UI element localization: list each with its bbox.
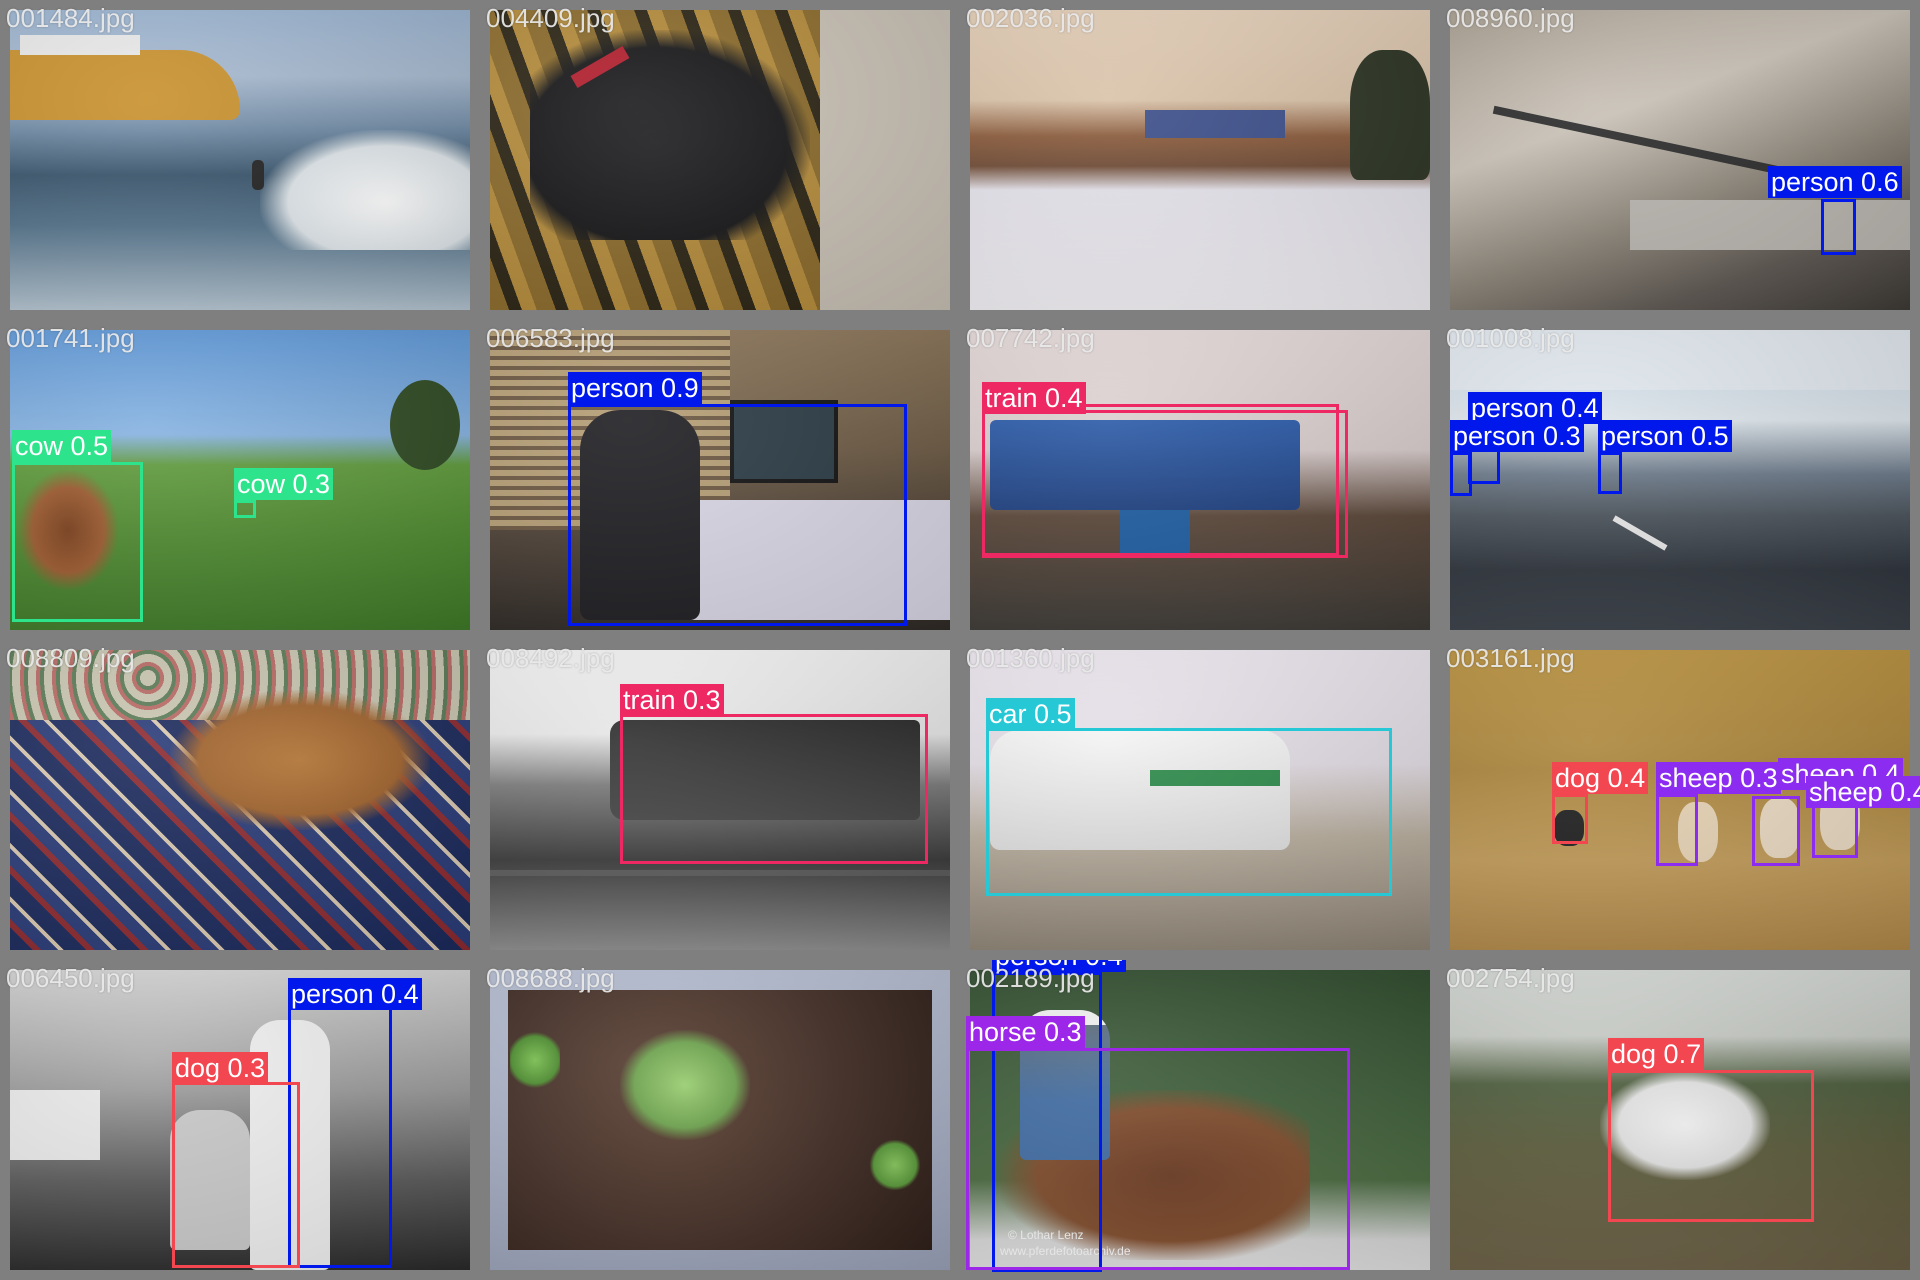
seedling-planter-photo bbox=[490, 970, 950, 1270]
ship-deck bbox=[20, 35, 140, 55]
black-dog bbox=[530, 30, 810, 240]
image-tile: person 0.4 horse 0.3 © Lothar Lenz www.p… bbox=[960, 960, 1440, 1280]
image-filename: 003161.jpg bbox=[1446, 643, 1575, 673]
bbox-cow bbox=[234, 500, 256, 518]
bbox-dog bbox=[1608, 1070, 1814, 1222]
image-filename: 008960.jpg bbox=[1446, 3, 1575, 33]
image-filename: 001360.jpg bbox=[966, 643, 1095, 673]
image-tile: dog 0.7 002754.jpg bbox=[1440, 960, 1920, 1280]
surfer bbox=[252, 160, 264, 190]
detection-label-dog: dog 0.4 bbox=[1552, 762, 1649, 794]
seedling bbox=[510, 1030, 560, 1090]
image-tile: person 0.4 dog 0.3 006450.jpg bbox=[0, 960, 480, 1280]
detection-label-horse: horse 0.3 bbox=[966, 1016, 1085, 1048]
carpet-corner bbox=[820, 10, 950, 310]
bbox-horse bbox=[966, 1048, 1350, 1270]
image-tile: dog 0.4 sheep 0.3 sheep 0.4 sheep 0.4 00… bbox=[1440, 640, 1920, 960]
image-filename: 006583.jpg bbox=[486, 323, 615, 353]
image-filename: 001741.jpg bbox=[6, 323, 135, 353]
image-tile: 001484.jpg bbox=[0, 0, 480, 320]
distant-train bbox=[1145, 110, 1285, 138]
hotel-cafe-photo bbox=[1450, 330, 1910, 630]
bbox-dog bbox=[172, 1082, 300, 1268]
image-filename: 008688.jpg bbox=[486, 963, 615, 993]
image-filename: 001008.jpg bbox=[1446, 323, 1575, 353]
surf-ship-photo bbox=[10, 10, 470, 310]
detection-label-cow: cow 0.5 bbox=[12, 430, 112, 462]
bbox-person bbox=[1821, 199, 1856, 255]
road-ledge bbox=[1630, 200, 1910, 250]
orange-cat bbox=[170, 690, 430, 830]
detection-label-person: person 0.4 bbox=[288, 978, 422, 1010]
wave-crest bbox=[260, 130, 470, 250]
ship-hull bbox=[10, 50, 240, 120]
detection-label-dog: dog 0.3 bbox=[172, 1052, 269, 1084]
cat-on-rug-photo bbox=[10, 650, 470, 950]
bbox-person bbox=[1450, 452, 1472, 496]
bbox-person bbox=[288, 1002, 392, 1268]
bbox-train-secondary bbox=[982, 410, 1348, 558]
pine-tree bbox=[1350, 50, 1430, 180]
image-tile: 008809.jpg bbox=[0, 640, 480, 960]
detection-label-person: person 0.3 bbox=[1450, 420, 1584, 452]
detection-label-cow: cow 0.3 bbox=[234, 468, 334, 500]
detection-label-sheep: sheep 0.4 bbox=[1806, 776, 1920, 808]
image-tile: person 0.4 person 0.3 person 0.5 001008.… bbox=[1440, 320, 1920, 640]
detection-label-person: person 0.6 bbox=[1768, 166, 1902, 198]
detection-results-grid: 001484.jpg 004409.jpg 002036.jpg person … bbox=[0, 0, 1920, 1280]
road-markings bbox=[1612, 515, 1668, 551]
bbox-sheep bbox=[1752, 796, 1800, 866]
seedling bbox=[620, 1030, 750, 1140]
rail-tracks bbox=[490, 870, 950, 876]
image-tile: 002036.jpg bbox=[960, 0, 1440, 320]
image-filename: 008492.jpg bbox=[486, 643, 615, 673]
image-filename: 002189.jpg bbox=[966, 963, 1095, 993]
image-filename: 006450.jpg bbox=[6, 963, 135, 993]
image-tile: person 0.9 006583.jpg bbox=[480, 320, 960, 640]
image-tile: train 0.4 007742.jpg bbox=[960, 320, 1440, 640]
detection-label-car: car 0.5 bbox=[986, 698, 1075, 730]
bbox-dog bbox=[1552, 794, 1588, 844]
image-filename: 008809.jpg bbox=[6, 643, 135, 673]
image-tile: 008688.jpg bbox=[480, 960, 960, 1280]
snow-train-photo bbox=[970, 10, 1430, 310]
image-filename: 007742.jpg bbox=[966, 323, 1095, 353]
image-filename: 004409.jpg bbox=[486, 3, 615, 33]
image-filename: 002036.jpg bbox=[966, 3, 1095, 33]
detection-label-train: train 0.3 bbox=[620, 684, 724, 716]
image-filename: 002754.jpg bbox=[1446, 963, 1575, 993]
bbox-car bbox=[986, 728, 1392, 896]
bbox-person bbox=[1598, 452, 1622, 494]
detection-label-sheep: sheep 0.3 bbox=[1656, 762, 1781, 794]
computer-monitor bbox=[10, 1090, 100, 1160]
bbox-cow bbox=[12, 462, 143, 622]
seedling bbox=[870, 1140, 920, 1190]
image-tile: cow 0.5 cow 0.3 001741.jpg bbox=[0, 320, 480, 640]
image-tile: person 0.6 008960.jpg bbox=[1440, 0, 1920, 320]
cliff-bridge-photo bbox=[1450, 10, 1910, 310]
bbox-train bbox=[620, 714, 928, 864]
dog-on-blanket-photo bbox=[490, 10, 950, 310]
detection-label-dog: dog 0.7 bbox=[1608, 1038, 1705, 1070]
tree-right bbox=[390, 380, 460, 470]
image-tile: car 0.5 001360.jpg bbox=[960, 640, 1440, 960]
bbox-sheep bbox=[1656, 794, 1698, 866]
detection-label-person: person 0.9 bbox=[568, 372, 702, 404]
image-tile: train 0.3 008492.jpg bbox=[480, 640, 960, 960]
bbox-person bbox=[568, 404, 907, 626]
detection-label-person: person 0.5 bbox=[1598, 420, 1732, 452]
image-filename: 001484.jpg bbox=[6, 3, 135, 33]
detection-label-train: train 0.4 bbox=[982, 382, 1086, 414]
image-tile: 004409.jpg bbox=[480, 0, 960, 320]
